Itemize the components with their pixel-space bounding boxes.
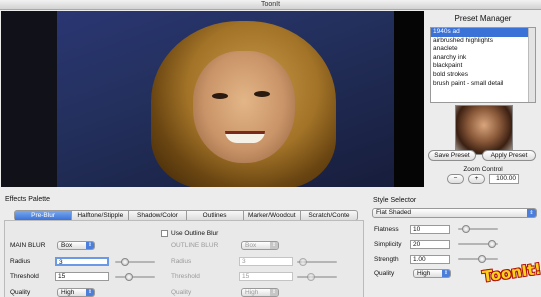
preset-item[interactable]: brush paint - small detail bbox=[431, 80, 535, 89]
chevron-updown-icon: ⇕ bbox=[86, 242, 94, 249]
outline-threshold-slider[interactable] bbox=[297, 273, 337, 281]
flatness-label: Flatness bbox=[374, 226, 399, 233]
outline-threshold-field[interactable]: 15 bbox=[239, 272, 293, 281]
zoom-control-label: Zoom Control bbox=[463, 166, 503, 173]
flatness-field[interactable]: 10 bbox=[410, 225, 450, 234]
main-threshold-label: Threshold bbox=[10, 273, 39, 280]
slider-knob[interactable] bbox=[488, 240, 496, 248]
tab-shadow-color[interactable]: Shadow/Color bbox=[129, 211, 187, 220]
outline-quality-select[interactable]: High ⇕ bbox=[241, 288, 279, 297]
preview-mouth bbox=[225, 131, 265, 143]
main-radius-label: Radius bbox=[10, 258, 31, 265]
preset-manager-panel: Preset Manager 1940s ad airbrushed highl… bbox=[425, 11, 541, 187]
preview-eye-left bbox=[212, 93, 228, 99]
strength-slider[interactable] bbox=[458, 255, 498, 263]
outline-quality-label: Quality bbox=[171, 289, 192, 296]
preset-thumbnail bbox=[455, 105, 513, 155]
zoom-in-button[interactable]: + bbox=[468, 174, 485, 184]
preset-item[interactable]: bold strokes bbox=[431, 71, 535, 80]
style-quality-select[interactable]: High ⇕ bbox=[413, 269, 451, 278]
preset-manager-title: Preset Manager bbox=[454, 14, 512, 23]
main-quality-select[interactable]: High ⇕ bbox=[57, 288, 95, 297]
main-blur-label: MAIN BLUR bbox=[10, 242, 46, 249]
slider-knob[interactable] bbox=[478, 255, 486, 263]
preset-list-scrollbar[interactable] bbox=[528, 28, 535, 102]
use-outline-blur-checkbox[interactable] bbox=[161, 230, 168, 237]
slider-knob[interactable] bbox=[307, 273, 315, 281]
window-title: ToonIt bbox=[0, 0, 541, 10]
preset-item[interactable]: airbrushed highlights bbox=[431, 37, 535, 46]
simplicity-field[interactable]: 20 bbox=[410, 240, 450, 249]
main-radius-slider[interactable] bbox=[115, 258, 155, 266]
outline-radius-label: Radius bbox=[171, 258, 192, 265]
preset-list[interactable]: 1940s ad airbrushed highlights anaclete … bbox=[430, 27, 536, 103]
zoom-value-field[interactable]: 100.00 bbox=[489, 174, 519, 184]
outline-blur-type-select[interactable]: Box ⇕ bbox=[241, 241, 279, 250]
flatness-slider[interactable] bbox=[458, 225, 498, 233]
style-quality-label: Quality bbox=[374, 270, 395, 277]
outline-radius-field[interactable]: 3 bbox=[239, 257, 293, 266]
preview-face bbox=[193, 51, 295, 163]
toonit-logo: ToonIt! bbox=[481, 259, 541, 286]
tab-pre-blur[interactable]: Pre-Blur bbox=[15, 211, 73, 220]
outline-blur-label: OUTLINE BLUR bbox=[171, 242, 219, 249]
simplicity-slider[interactable] bbox=[458, 240, 498, 248]
controls-area: Effects Palette Pre-Blur Halftone/Stippl… bbox=[0, 188, 541, 297]
use-outline-blur-label: Use Outline Blur bbox=[171, 230, 219, 237]
chevron-updown-icon: ⇕ bbox=[270, 289, 278, 296]
style-selector-title: Style Selector bbox=[373, 197, 417, 204]
style-select[interactable]: Flat Shaded ⇕ bbox=[372, 208, 537, 218]
preset-item[interactable]: 1940s ad bbox=[431, 28, 535, 37]
tab-halftone-stipple[interactable]: Halftone/Stipple bbox=[72, 211, 130, 220]
save-preset-button[interactable]: Save Preset bbox=[428, 150, 476, 161]
preset-item[interactable]: anarchy ink bbox=[431, 54, 535, 63]
apply-preset-button[interactable]: Apply Preset bbox=[482, 150, 536, 161]
preview-eye-right bbox=[254, 91, 270, 97]
strength-field[interactable]: 1.00 bbox=[410, 255, 450, 264]
main-quality-label: Quality bbox=[10, 289, 31, 296]
preview-canvas[interactable] bbox=[1, 11, 424, 187]
simplicity-label: Simplicity bbox=[374, 241, 402, 248]
strength-label: Strength bbox=[374, 256, 399, 263]
slider-knob[interactable] bbox=[125, 273, 133, 281]
zoom-out-button[interactable]: − bbox=[447, 174, 464, 184]
main-threshold-field[interactable]: 15 bbox=[55, 272, 109, 281]
slider-knob[interactable] bbox=[299, 258, 307, 266]
tab-scratch-conte[interactable]: Scratch/Conte bbox=[301, 211, 357, 220]
outline-radius-slider[interactable] bbox=[297, 258, 337, 266]
chevron-updown-icon: ⇕ bbox=[86, 289, 94, 296]
chevron-updown-icon: ⇕ bbox=[527, 209, 536, 217]
chevron-updown-icon: ⇕ bbox=[442, 270, 450, 277]
tab-marker-woodcut[interactable]: Marker/Woodcut bbox=[244, 211, 301, 220]
slider-knob[interactable] bbox=[462, 225, 470, 233]
effects-palette-title: Effects Palette bbox=[5, 196, 51, 203]
tab-outlines[interactable]: Outlines bbox=[187, 211, 244, 220]
app-window: ToonIt Preset Manager 1940s ad airbrushe… bbox=[0, 0, 541, 297]
main-threshold-slider[interactable] bbox=[115, 273, 155, 281]
preset-item[interactable]: anaclete bbox=[431, 45, 535, 54]
slider-knob[interactable] bbox=[121, 258, 129, 266]
outline-threshold-label: Threshold bbox=[171, 273, 200, 280]
main-radius-field[interactable]: 3 bbox=[55, 257, 109, 266]
preset-item[interactable]: blackpaint bbox=[431, 62, 535, 71]
pre-blur-panel: Use Outline Blur MAIN BLUR Box ⇕ Radius 3… bbox=[4, 220, 364, 297]
main-blur-type-select[interactable]: Box ⇕ bbox=[57, 241, 95, 250]
chevron-updown-icon: ⇕ bbox=[270, 242, 278, 249]
